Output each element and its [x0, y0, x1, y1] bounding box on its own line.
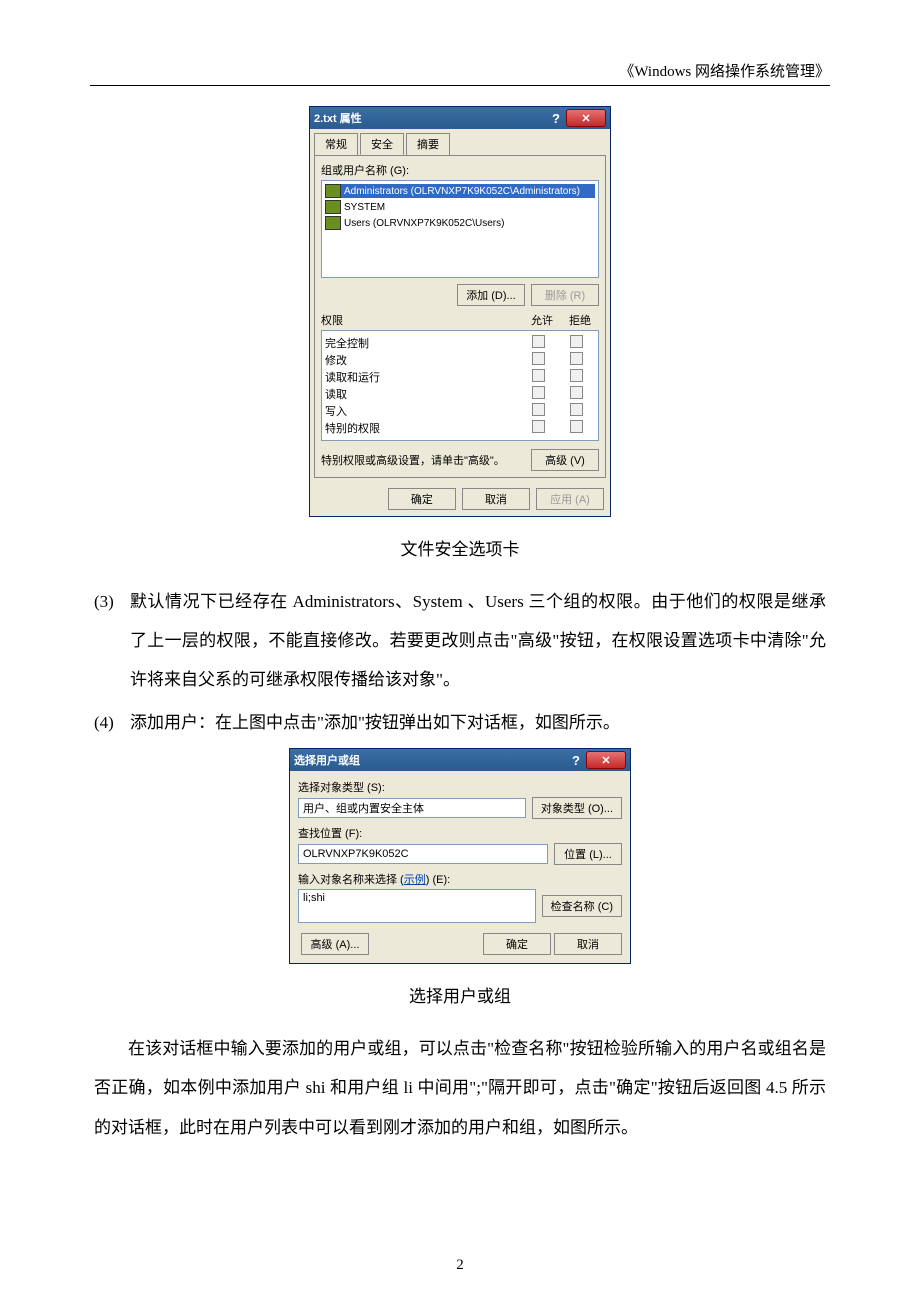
object-types-button[interactable]: 对象类型 (O)... [532, 797, 622, 819]
group-label: 组或用户名称 (G): [321, 162, 599, 178]
add-button[interactable]: 添加 (D)... [457, 284, 525, 306]
advanced-hint: 特别权限或高级设置，请单击"高级"。 [321, 452, 528, 468]
checkbox-deny[interactable] [570, 352, 583, 365]
checkbox-deny[interactable] [570, 386, 583, 399]
group-icon [325, 184, 341, 198]
header-rule [90, 85, 830, 86]
object-names-input[interactable]: li;shi [298, 889, 536, 923]
checkbox-allow[interactable] [532, 335, 545, 348]
checkbox-deny[interactable] [570, 335, 583, 348]
checkbox-deny[interactable] [570, 403, 583, 416]
perm-header: 权限 允许 拒绝 [321, 312, 599, 328]
paragraph: 添加用户：在上图中点击"添加"按钮弹出如下对话框，如图所示。 [130, 703, 826, 742]
checkbox-deny[interactable] [570, 369, 583, 382]
group-icon [325, 216, 341, 230]
name-label: 输入对象名称来选择 (示例) (E): [298, 871, 622, 887]
check-names-button[interactable]: 检查名称 (C) [542, 895, 622, 917]
checkbox-allow[interactable] [532, 420, 545, 433]
tab-general[interactable]: 常规 [314, 133, 358, 155]
ok-button[interactable]: 确定 [388, 488, 456, 510]
list-number: (4) [94, 703, 130, 742]
page-number: 2 [0, 1257, 920, 1274]
list-item: Users (OLRVNXP7K9K052C\Users) [325, 216, 595, 230]
list-item: Administrators (OLRVNXP7K9K052C\Administ… [325, 184, 595, 198]
checkbox-deny[interactable] [570, 420, 583, 433]
cancel-button[interactable]: 取消 [462, 488, 530, 510]
location-label: 查找位置 (F): [298, 825, 622, 841]
user-listbox[interactable]: Administrators (OLRVNXP7K9K052C\Administ… [321, 180, 599, 278]
close-icon[interactable]: ✕ [586, 751, 626, 769]
remove-button[interactable]: 删除 (R) [531, 284, 599, 306]
dialog-title: 选择用户或组 [294, 752, 572, 768]
checkbox-allow[interactable] [532, 403, 545, 416]
paragraph: 在该对话框中输入要添加的用户或组，可以点击"检查名称"按钮检验所输入的用户名或组… [94, 1029, 826, 1146]
apply-button[interactable]: 应用 (A) [536, 488, 604, 510]
locations-button[interactable]: 位置 (L)... [554, 843, 622, 865]
figure-caption: 选择用户或组 [90, 982, 830, 1007]
figure-caption: 文件安全选项卡 [90, 535, 830, 560]
object-type-field: 用户、组或内置安全主体 [298, 798, 526, 818]
location-field: OLRVNXP7K9K052C [298, 844, 548, 864]
ok-button[interactable]: 确定 [483, 933, 551, 955]
perm-list: 完全控制 修改 读取和运行 读取 写入 特别的权限 [321, 330, 599, 441]
list-item: SYSTEM [325, 200, 595, 214]
titlebar: 选择用户或组 ? ✕ [290, 749, 630, 771]
list-number: (3) [94, 582, 130, 699]
help-icon[interactable]: ? [572, 753, 580, 768]
titlebar: 2.txt 属性 ? ✕ [310, 107, 610, 129]
advanced-button[interactable]: 高级 (A)... [301, 933, 369, 955]
tab-security[interactable]: 安全 [360, 133, 404, 155]
object-type-label: 选择对象类型 (S): [298, 779, 622, 795]
checkbox-allow[interactable] [532, 369, 545, 382]
tab-summary[interactable]: 摘要 [406, 133, 450, 155]
checkbox-allow[interactable] [532, 352, 545, 365]
properties-dialog: 2.txt 属性 ? ✕ 常规 安全 摘要 组或用户名称 (G): Admini… [309, 106, 611, 517]
checkbox-allow[interactable] [532, 386, 545, 399]
security-panel: 组或用户名称 (G): Administrators (OLRVNXP7K9K0… [314, 155, 606, 478]
page-header: 《Windows 网络操作系统管理》 [90, 60, 830, 81]
examples-link[interactable]: 示例 [404, 874, 426, 886]
group-icon [325, 200, 341, 214]
dialog-title: 2.txt 属性 [314, 110, 552, 126]
tab-strip: 常规 安全 摘要 [310, 129, 610, 155]
select-users-dialog: 选择用户或组 ? ✕ 选择对象类型 (S): 用户、组或内置安全主体 对象类型 … [289, 748, 631, 964]
help-icon[interactable]: ? [552, 111, 560, 126]
paragraph: 默认情况下已经存在 Administrators、System 、Users 三… [130, 582, 826, 699]
advanced-button[interactable]: 高级 (V) [531, 449, 599, 471]
cancel-button[interactable]: 取消 [554, 933, 622, 955]
close-icon[interactable]: ✕ [566, 109, 606, 127]
